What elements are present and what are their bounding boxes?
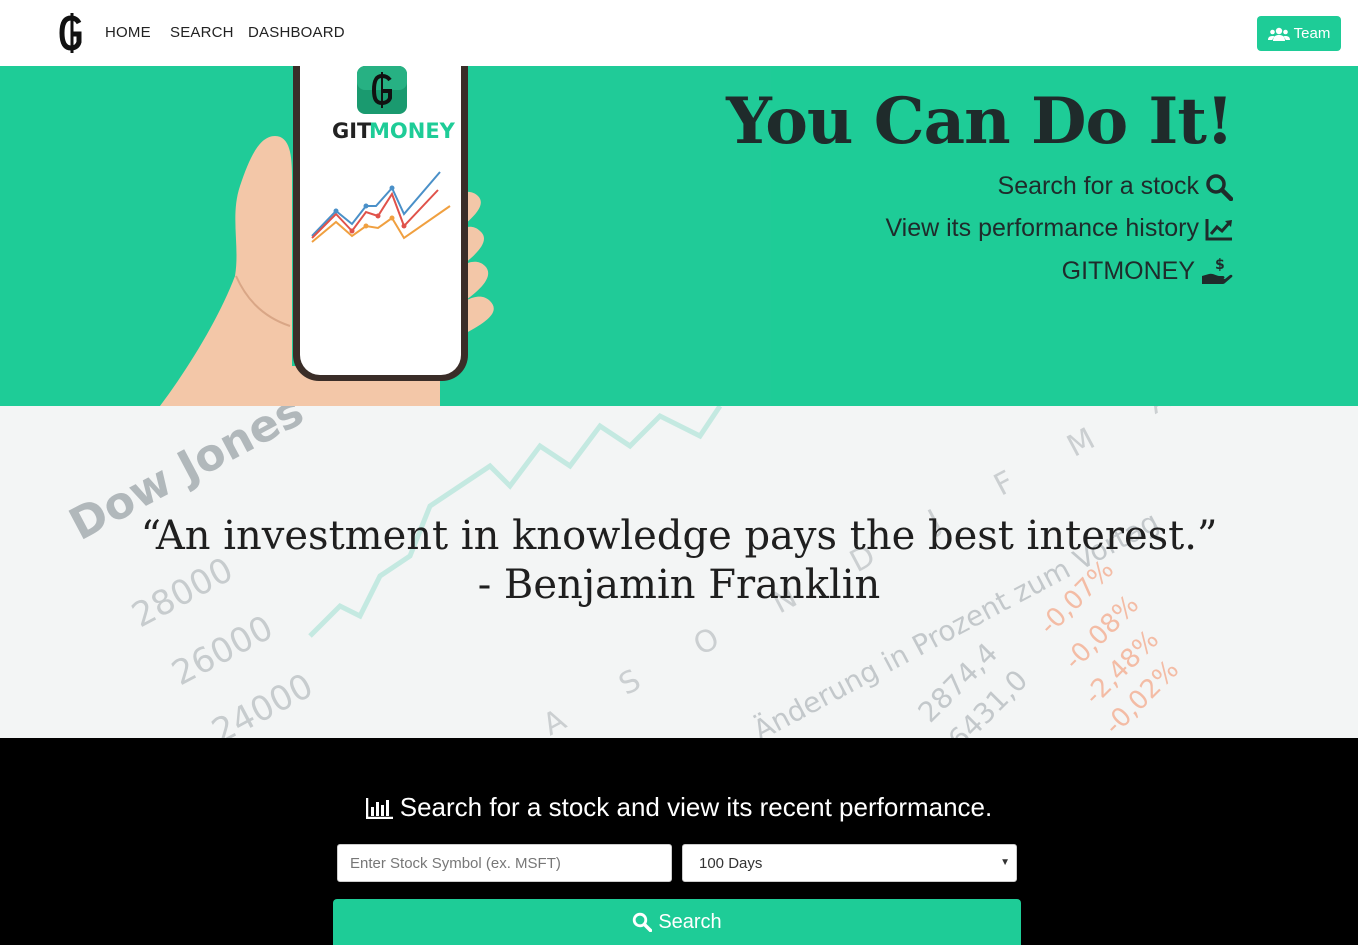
svg-text:MONEY: MONEY	[369, 119, 456, 143]
hero-line-search: Search for a stock	[998, 172, 1233, 201]
quote-block: “An investment in knowledge pays the bes…	[0, 512, 1358, 610]
search-button[interactable]: Search	[333, 899, 1021, 945]
nav-home-link[interactable]: HOME	[105, 24, 151, 41]
users-icon	[1267, 27, 1290, 41]
nav-search-link[interactable]: SEARCH	[170, 24, 234, 41]
team-button-label: Team	[1293, 25, 1331, 42]
navbar: HOME SEARCH DASHBOARD Team	[0, 0, 1358, 66]
nav-dashboard-link[interactable]: DASHBOARD	[248, 24, 345, 41]
search-icon	[633, 912, 653, 932]
svg-text:$: $	[1215, 257, 1225, 273]
search-heading-text: Search for a stock and view its recent p…	[399, 792, 993, 822]
hero-line-gitmoney: GITMONEY $	[1062, 256, 1233, 286]
quote-section: Dow Jones 28000 26000 24000 A S O N D J …	[0, 406, 1358, 738]
phone-brand-text: GIT	[332, 119, 372, 143]
stock-symbol-input[interactable]	[337, 844, 672, 882]
search-heading: Search for a stock and view its recent p…	[0, 792, 1358, 823]
hero-line-history: View its performance history	[885, 214, 1233, 243]
hero-phone-image: GIT MONEY	[60, 66, 771, 406]
quote-text: “An investment in knowledge pays the bes…	[140, 513, 1218, 559]
search-section: Search for a stock and view its recent p…	[0, 738, 1358, 945]
hero-line-history-text: View its performance history	[885, 214, 1199, 242]
chart-line-icon	[1205, 218, 1232, 240]
hero-title: You Can Do It!	[726, 84, 1234, 159]
search-icon	[1206, 173, 1233, 201]
team-button[interactable]: Team	[1257, 16, 1341, 51]
days-range-selected: 100 Days	[699, 854, 763, 872]
hero-line-gitmoney-text: GITMONEY	[1061, 256, 1195, 285]
chart-bar-icon	[365, 797, 393, 819]
hero-line-search-text: Search for a stock	[997, 172, 1199, 200]
search-button-label: Search	[658, 910, 722, 933]
brand-logo-icon[interactable]	[58, 11, 84, 55]
hand-holding-phone-illustration: GIT MONEY	[160, 66, 494, 406]
quote-author: - Benjamin Franklin	[477, 562, 881, 608]
chevron-down-icon: ▼	[1000, 857, 1010, 868]
days-range-select[interactable]: 100 Days ▼	[682, 844, 1017, 882]
hero-section: GIT MONEY You Can Do It! Search for a st…	[0, 66, 1358, 406]
hand-holding-usd-icon: $	[1202, 257, 1233, 284]
